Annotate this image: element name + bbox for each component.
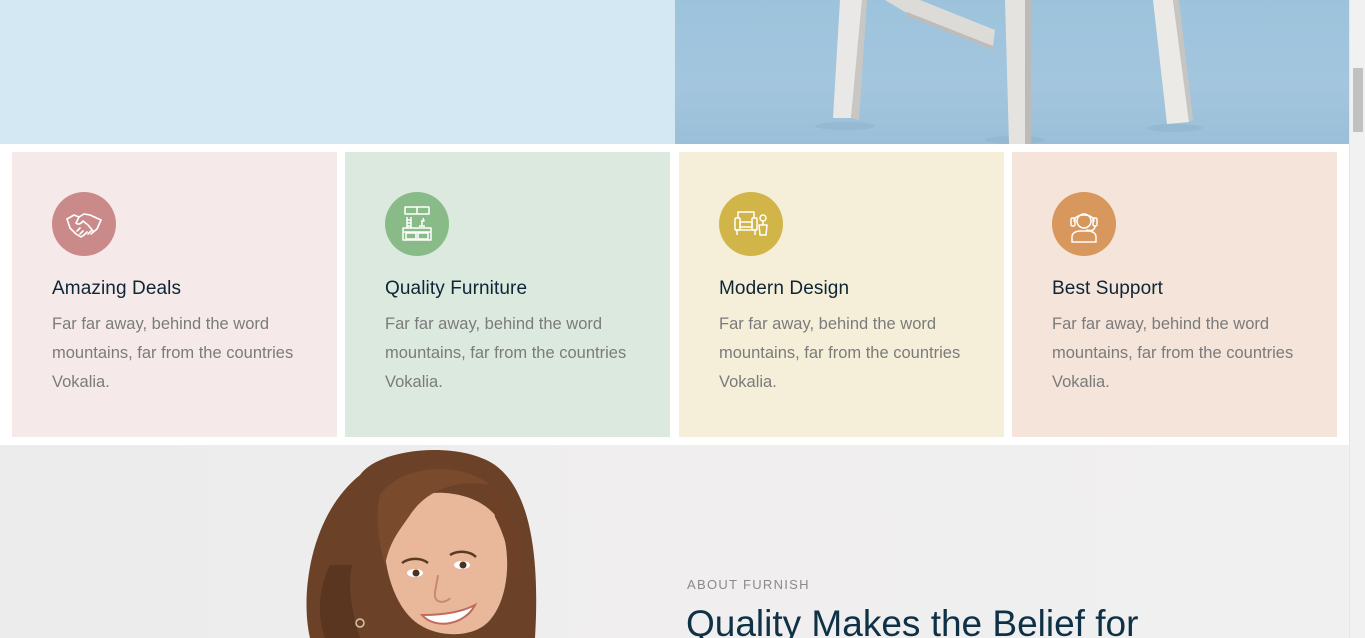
headset-icon [1052, 192, 1116, 256]
features-section: Amazing Deals Far far away, behind the w… [0, 144, 1349, 445]
page-scrollbar[interactable] [1349, 0, 1365, 638]
feature-description: Far far away, behind the word mountains,… [1052, 315, 1294, 391]
furniture-icon [385, 192, 449, 256]
woman-portrait-image [306, 450, 537, 638]
stool-legs-illustration [815, 0, 1203, 144]
feature-title: Best Support [1052, 278, 1164, 299]
hero-left-panel [0, 0, 675, 144]
feature-title: Amazing Deals [52, 278, 182, 299]
feature-card-quality-furniture: Quality Furniture Far far away, behind t… [345, 152, 670, 437]
handshake-icon [52, 192, 116, 256]
feature-description: Far far away, behind the word mountains,… [719, 315, 961, 391]
about-headline: Quality Makes the Belief for [686, 603, 1139, 638]
hero-image-stool [675, 0, 1349, 144]
armchair-icon [719, 192, 783, 256]
feature-title: Quality Furniture [385, 278, 528, 299]
feature-card-best-support: Best Support Far far away, behind the wo… [1012, 152, 1337, 437]
page: Amazing Deals Far far away, behind the w… [0, 0, 1349, 638]
about-section: ABOUT FURNISH Quality Makes the Belief f… [0, 445, 1349, 638]
scrollbar-thumb[interactable] [1353, 68, 1363, 132]
feature-title: Modern Design [719, 278, 850, 299]
feature-description: Far far away, behind the word mountains,… [385, 315, 627, 391]
feature-description: Far far away, behind the word mountains,… [52, 315, 294, 391]
feature-card-amazing-deals: Amazing Deals Far far away, behind the w… [12, 152, 337, 437]
hero-section [0, 0, 1349, 144]
about-kicker: ABOUT FURNISH [687, 577, 810, 592]
feature-card-modern-design: Modern Design Far far away, behind the w… [679, 152, 1004, 437]
